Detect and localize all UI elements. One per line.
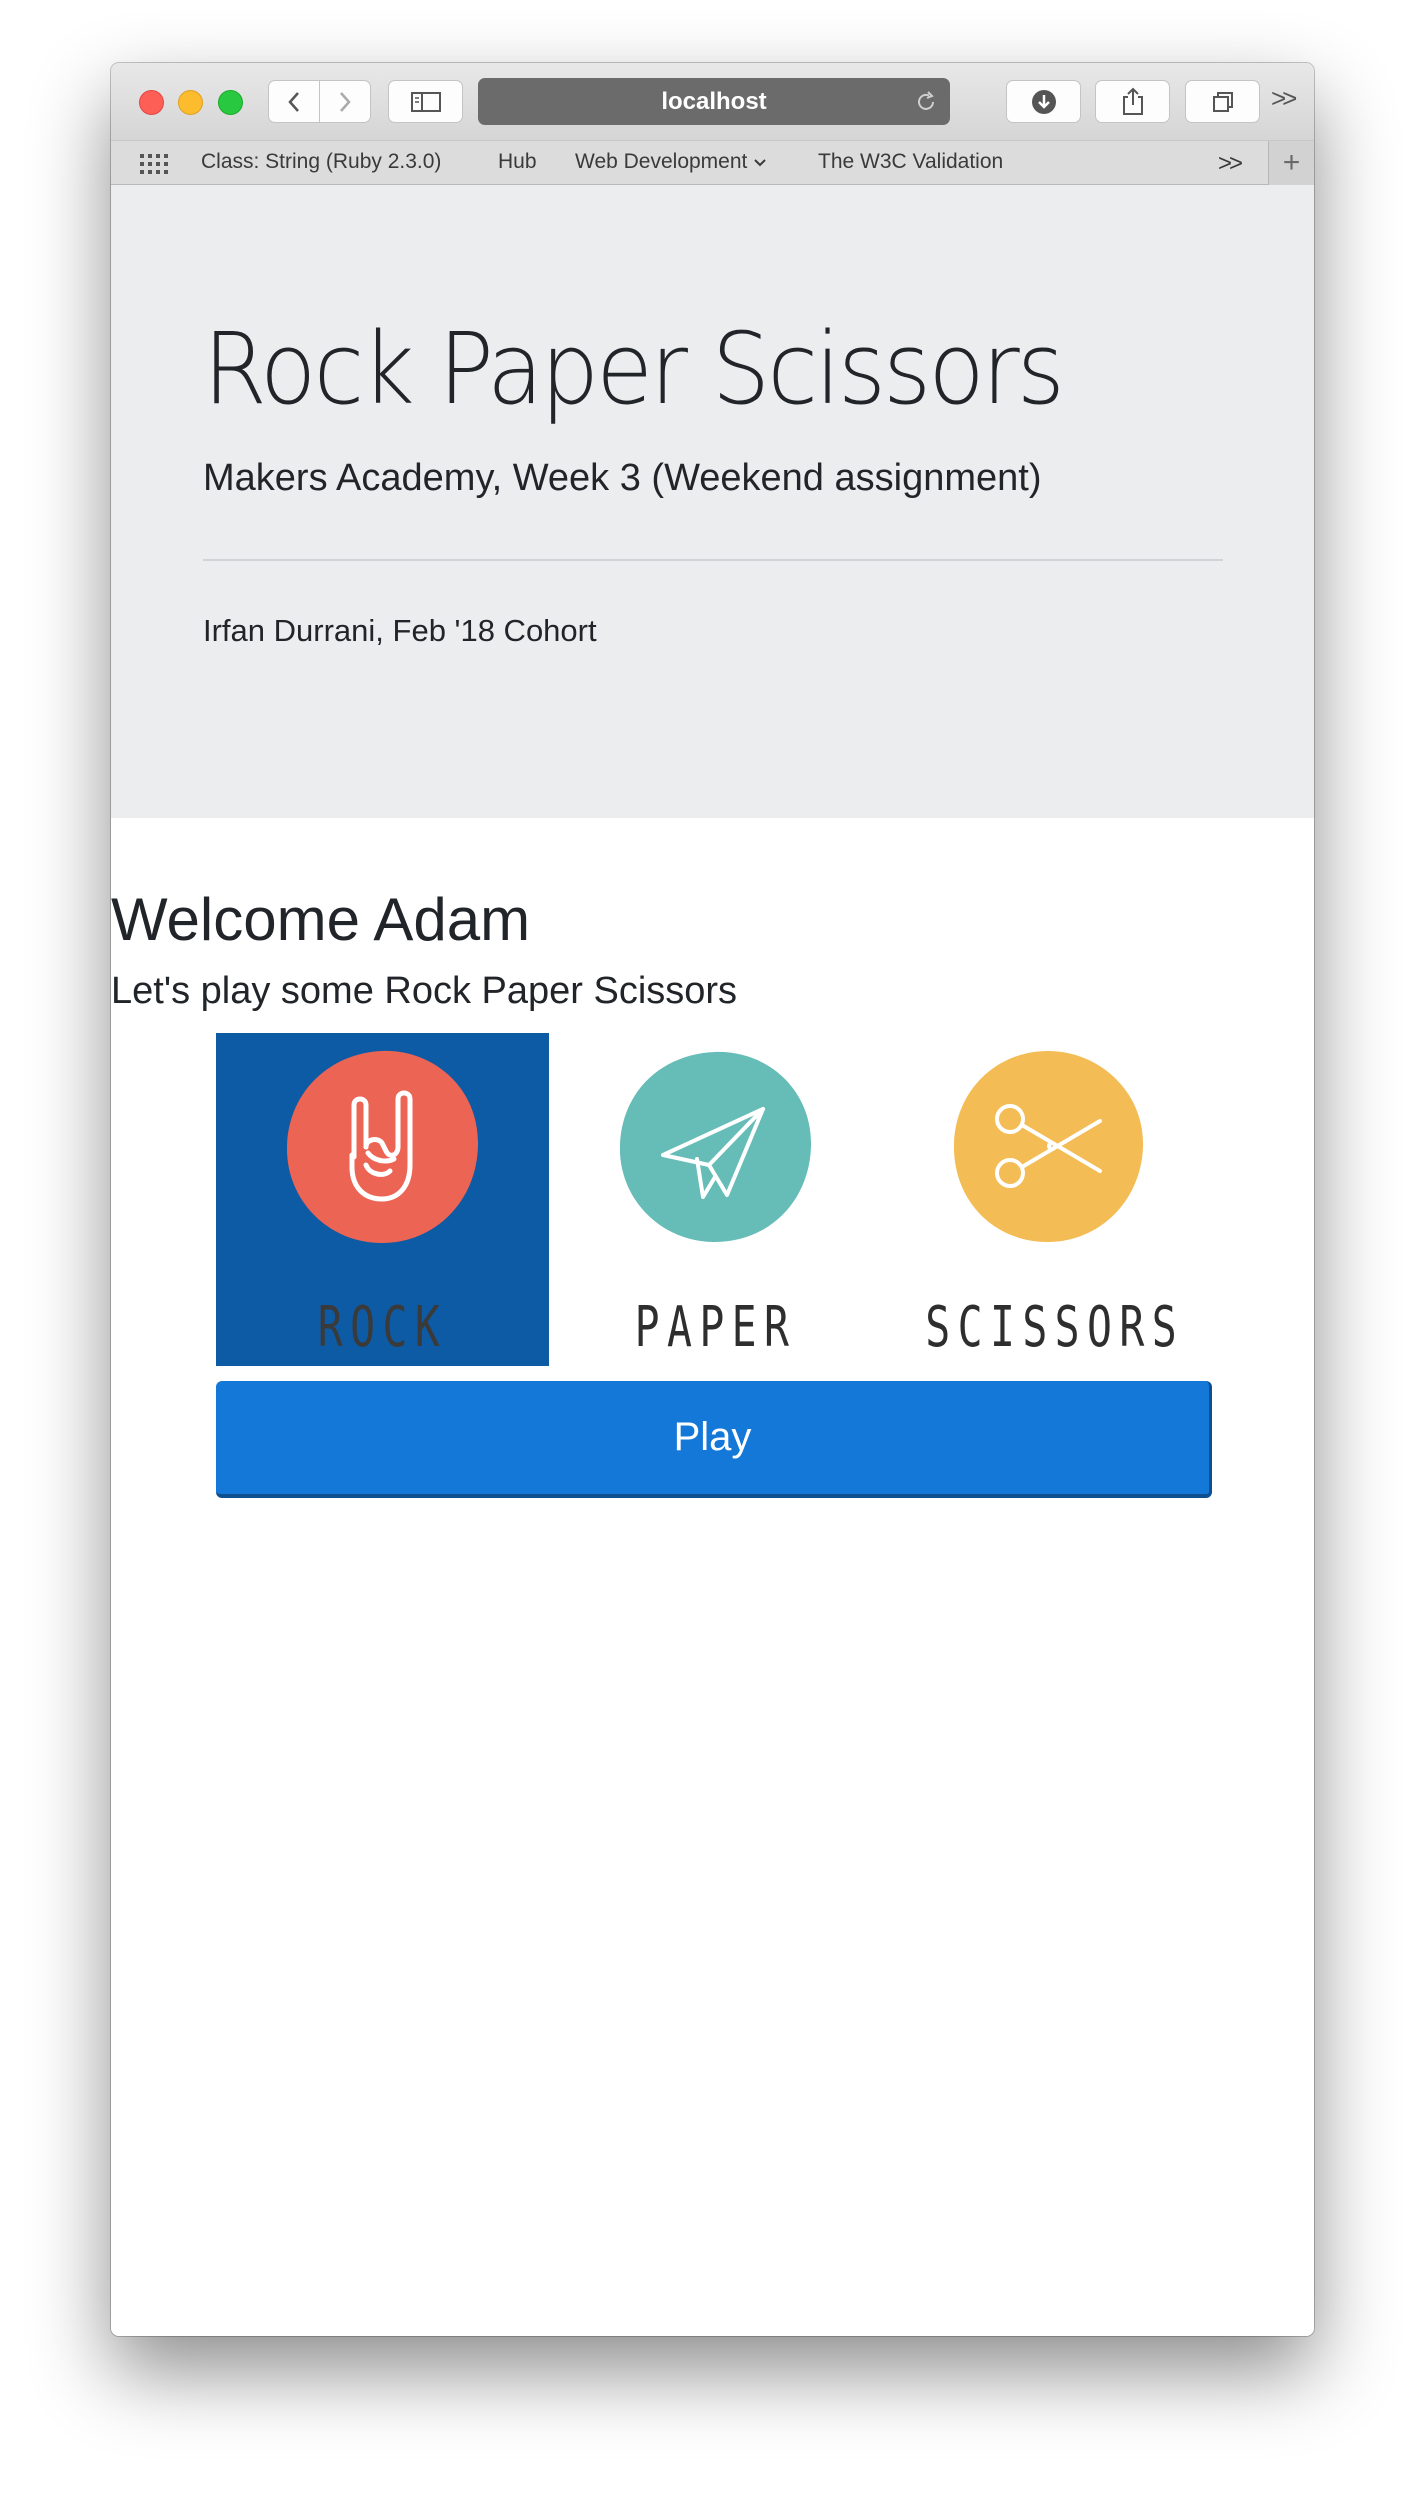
bookmarks-bar: Class: String (Ruby 2.3.0) Hub Web Devel… — [111, 140, 1314, 185]
choice-rock[interactable]: ROCK — [216, 1033, 549, 1366]
author-credit: Irfan Durrani, Feb '18 Cohort — [203, 613, 597, 648]
sidebar-button[interactable] — [388, 80, 463, 123]
game-subtitle: Let's play some Rock Paper Scissors — [111, 970, 738, 1012]
downloads-button[interactable] — [1006, 80, 1081, 123]
back-button[interactable] — [268, 80, 320, 123]
divider — [203, 559, 1223, 561]
minimize-window-button[interactable] — [178, 90, 203, 115]
choice-paper[interactable]: PAPER — [549, 1033, 882, 1366]
bookmark-w3c-validation[interactable]: The W3C Validation — [818, 150, 1003, 174]
play-button[interactable]: Play — [216, 1381, 1212, 1498]
sidebar-icon — [410, 91, 441, 112]
scissors-icon — [953, 1051, 1144, 1243]
toolbar-overflow-icon[interactable]: >> — [1271, 83, 1297, 114]
welcome-heading: Welcome Adam — [111, 886, 531, 953]
rock-hand-icon — [286, 1050, 479, 1244]
share-icon — [1122, 87, 1143, 115]
tabs-overview-button[interactable] — [1185, 80, 1260, 123]
new-tab-plus-icon[interactable]: + — [1268, 141, 1314, 185]
jumbotron: Rock Paper Scissors Makers Academy, Week… — [111, 185, 1314, 818]
bookmark-web-development-label: Web Development — [575, 150, 748, 173]
browser-window: localhost >> Class: String (Ruby 2.3.0) … — [111, 63, 1314, 2336]
page-content: Rock Paper Scissors Makers Academy, Week… — [111, 185, 1314, 2336]
chevron-right-icon — [340, 91, 351, 112]
page-lead: Makers Academy, Week 3 (Weekend assignme… — [203, 457, 1042, 499]
page-title: Rock Paper Scissors — [203, 312, 1065, 427]
reload-icon[interactable] — [914, 90, 938, 114]
bookmark-hub[interactable]: Hub — [498, 150, 537, 174]
bookmark-web-development[interactable]: Web Development — [575, 150, 767, 174]
forward-button[interactable] — [319, 80, 371, 123]
browser-toolbar: localhost >> — [111, 63, 1314, 140]
choice-rock-label: ROCK — [317, 1295, 448, 1360]
url-text: localhost — [661, 87, 767, 115]
paper-plane-icon — [619, 1051, 812, 1243]
choice-paper-label: PAPER — [634, 1295, 797, 1360]
choice-scissors[interactable]: SCISSORS — [882, 1033, 1215, 1366]
grid-icon[interactable] — [140, 154, 168, 174]
bookmarks-overflow-icon[interactable]: >> — [1218, 150, 1243, 178]
bookmark-ruby-string[interactable]: Class: String (Ruby 2.3.0) — [201, 150, 441, 174]
choice-scissors-label: SCISSORS — [925, 1295, 1185, 1360]
address-bar[interactable]: localhost — [478, 78, 950, 125]
zoom-window-button[interactable] — [218, 90, 243, 115]
tabs-icon — [1212, 91, 1233, 112]
chevron-down-icon — [754, 159, 766, 167]
chevron-left-icon — [288, 91, 299, 112]
close-window-button[interactable] — [139, 90, 164, 115]
share-button[interactable] — [1095, 80, 1170, 123]
download-icon — [1031, 89, 1056, 114]
